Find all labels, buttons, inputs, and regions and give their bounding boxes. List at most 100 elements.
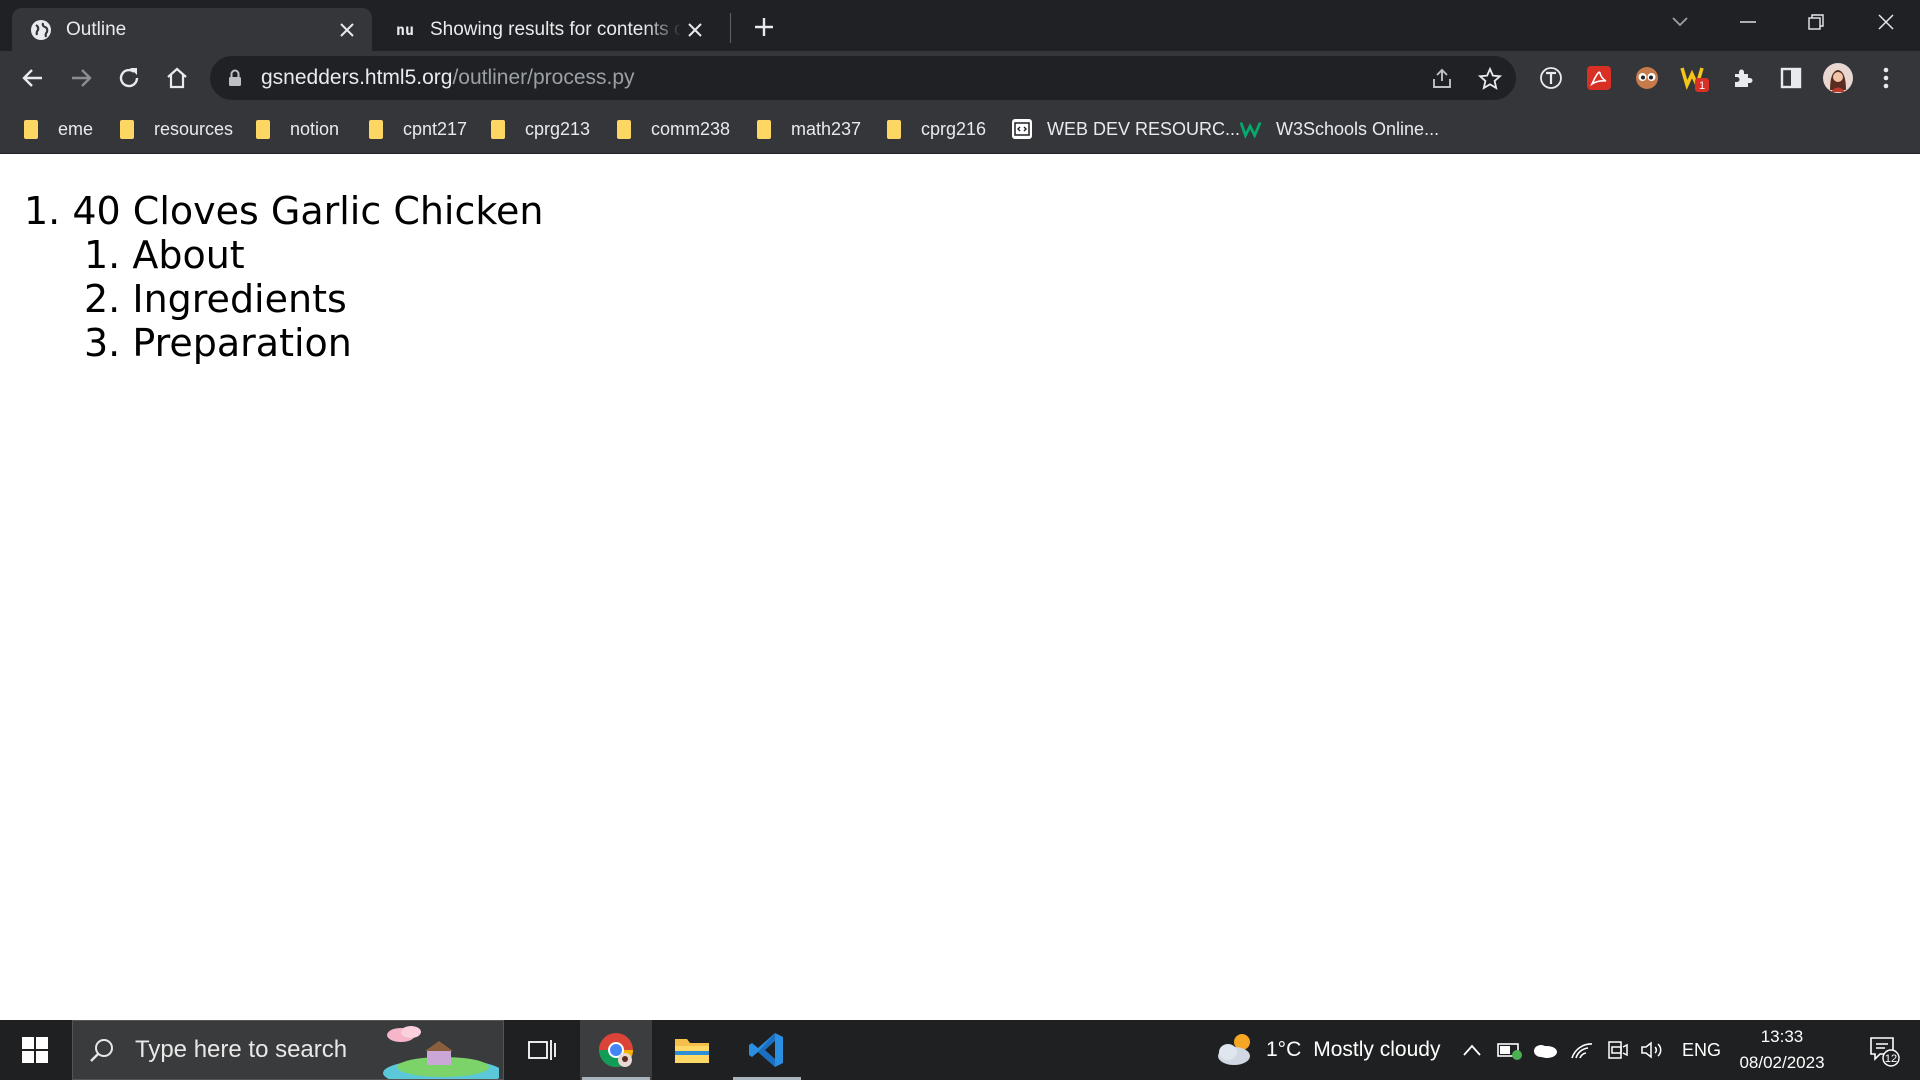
tab-strip: Outline nu Showing results for contents … xyxy=(0,0,1920,51)
weather-temperature: 1°C xyxy=(1266,1038,1302,1061)
weather-cloud-icon xyxy=(1218,1034,1250,1065)
outline-item: 2. Ingredients xyxy=(84,277,347,321)
plus-icon xyxy=(755,18,773,36)
taskbar-chrome[interactable] xyxy=(580,1020,652,1080)
weather-widget[interactable]: 1°C Mostly cloudy xyxy=(1214,1020,1440,1080)
minimize-icon xyxy=(1740,21,1756,23)
vscode-icon xyxy=(749,1033,783,1067)
search-icon xyxy=(90,1039,113,1062)
volume-icon[interactable] xyxy=(1640,1020,1664,1080)
url-host: gsnedders.html5.org xyxy=(261,66,453,89)
tab-outline[interactable]: Outline xyxy=(12,8,372,51)
close-icon xyxy=(1878,14,1894,30)
file-explorer-icon xyxy=(675,1039,709,1063)
url-path: /outliner/process.py xyxy=(452,66,635,89)
outline-item: 1. 40 Cloves Garlic Chicken xyxy=(24,189,544,233)
document-outline: 1. 40 Cloves Garlic Chicken 1. About 2. … xyxy=(24,189,544,365)
bookmark-star-icon[interactable] xyxy=(1477,66,1503,92)
taskbar-clock[interactable]: 13:33 08/02/2023 xyxy=(1734,1024,1830,1076)
bookmark-folder-cprg213[interactable]: cprg213 xyxy=(491,115,590,143)
folder-icon xyxy=(491,119,505,139)
new-tab-button[interactable] xyxy=(748,11,780,43)
restore-button[interactable] xyxy=(1782,0,1850,44)
show-hidden-icons-button[interactable] xyxy=(1462,1020,1482,1080)
folder-icon xyxy=(120,119,134,139)
weather-condition: Mostly cloudy xyxy=(1313,1038,1441,1061)
svg-text:12: 12 xyxy=(1885,1053,1897,1065)
outline-item: 1. About xyxy=(84,233,245,277)
webdev-icon xyxy=(1011,118,1033,140)
outline-heading-preparation: Preparation xyxy=(132,321,352,365)
taskbar-vscode[interactable] xyxy=(731,1020,803,1080)
folder-icon xyxy=(617,119,631,139)
taskbar-file-explorer[interactable] xyxy=(656,1020,728,1080)
meet-now-tray-icon[interactable] xyxy=(1497,1020,1523,1080)
start-button[interactable] xyxy=(0,1020,70,1080)
folder-icon xyxy=(887,119,901,139)
bookmark-folder-cpnt217[interactable]: cpnt217 xyxy=(369,115,467,143)
tab-showing-results[interactable]: nu Showing results for contents of text xyxy=(376,8,720,51)
close-window-button[interactable] xyxy=(1852,0,1920,44)
onedrive-icon[interactable] xyxy=(1532,1020,1558,1080)
tab-search-button[interactable] xyxy=(1646,0,1714,44)
home-button[interactable] xyxy=(160,61,194,95)
bookmark-web-dev-resources[interactable]: WEB DEV RESOURC... xyxy=(1011,115,1240,143)
close-tab-icon[interactable] xyxy=(682,17,708,43)
task-view-button[interactable] xyxy=(506,1020,578,1080)
battery-plug-icon xyxy=(1497,1043,1522,1060)
bookmark-folder-eme[interactable]: eme xyxy=(24,115,93,143)
bookmark-folder-cprg216[interactable]: cprg216 xyxy=(887,115,986,143)
url-text[interactable]: gsnedders.html5.org/outliner/process.py xyxy=(261,66,635,90)
browser-toolbar: gsnedders.html5.org/outliner/process.py … xyxy=(0,51,1920,105)
adobe-acrobat-icon[interactable] xyxy=(1583,62,1615,94)
tab-title: Outline xyxy=(66,18,127,40)
input-language-indicator[interactable]: ENG xyxy=(1682,1020,1721,1080)
browser-window-chrome: Outline nu Showing results for contents … xyxy=(0,0,1920,154)
profile-avatar[interactable] xyxy=(1822,62,1854,94)
side-panel-icon[interactable] xyxy=(1775,62,1807,94)
arrow-left-icon xyxy=(22,69,42,87)
outline-heading-ingredients: Ingredients xyxy=(132,277,347,321)
windows-taskbar: Type here to search 1°C Mostly cloudy EN… xyxy=(0,1020,1920,1080)
bookmark-w3schools[interactable]: W3Schools Online... xyxy=(1240,115,1439,143)
search-highlight-illustration xyxy=(383,1026,499,1079)
wifi-icon[interactable] xyxy=(1570,1020,1594,1080)
close-tab-icon[interactable] xyxy=(334,17,360,43)
bookmark-folder-math237[interactable]: math237 xyxy=(757,115,861,143)
share-icon[interactable] xyxy=(1429,66,1455,92)
w-extension-icon[interactable]: 1 xyxy=(1679,62,1711,94)
action-center-button[interactable]: 12 xyxy=(1858,1020,1910,1080)
notification-icon: 12 xyxy=(1870,1037,1900,1067)
bookmark-folder-notion[interactable]: notion xyxy=(256,115,339,143)
forward-button[interactable] xyxy=(64,61,98,95)
w3schools-icon xyxy=(1240,118,1262,140)
folder-icon xyxy=(256,119,270,139)
arrow-right-icon xyxy=(72,69,92,87)
folder-icon xyxy=(757,119,771,139)
folder-icon xyxy=(369,119,383,139)
chrome-icon xyxy=(599,1033,633,1067)
svg-text:1: 1 xyxy=(1699,80,1705,92)
bookmark-folder-resources[interactable]: resources xyxy=(120,115,233,143)
address-bar[interactable]: gsnedders.html5.org/outliner/process.py xyxy=(210,56,1516,100)
globe-icon xyxy=(30,19,52,41)
reload-icon xyxy=(119,68,139,88)
minimize-button[interactable] xyxy=(1714,0,1782,44)
lock-icon[interactable] xyxy=(228,69,242,92)
eyes-extension-icon[interactable] xyxy=(1631,62,1663,94)
nu-icon: nu xyxy=(395,20,415,39)
menu-kebab-icon[interactable] xyxy=(1870,62,1902,94)
outline-item: 3. Preparation xyxy=(84,321,352,365)
bookmark-folder-comm238[interactable]: comm238 xyxy=(617,115,730,143)
clock-date: 08/02/2023 xyxy=(1739,1053,1825,1072)
restore-icon xyxy=(1808,14,1824,30)
tab-divider xyxy=(730,13,731,43)
reload-button[interactable] xyxy=(112,61,146,95)
task-view-icon xyxy=(528,1040,556,1060)
windows-logo-icon xyxy=(22,1037,48,1063)
back-button[interactable] xyxy=(16,61,50,95)
taskbar-search-box[interactable]: Type here to search xyxy=(72,1020,504,1080)
meet-now-icon[interactable] xyxy=(1606,1020,1628,1080)
extension-t-icon[interactable] xyxy=(1535,62,1567,94)
extensions-puzzle-icon[interactable] xyxy=(1727,62,1759,94)
